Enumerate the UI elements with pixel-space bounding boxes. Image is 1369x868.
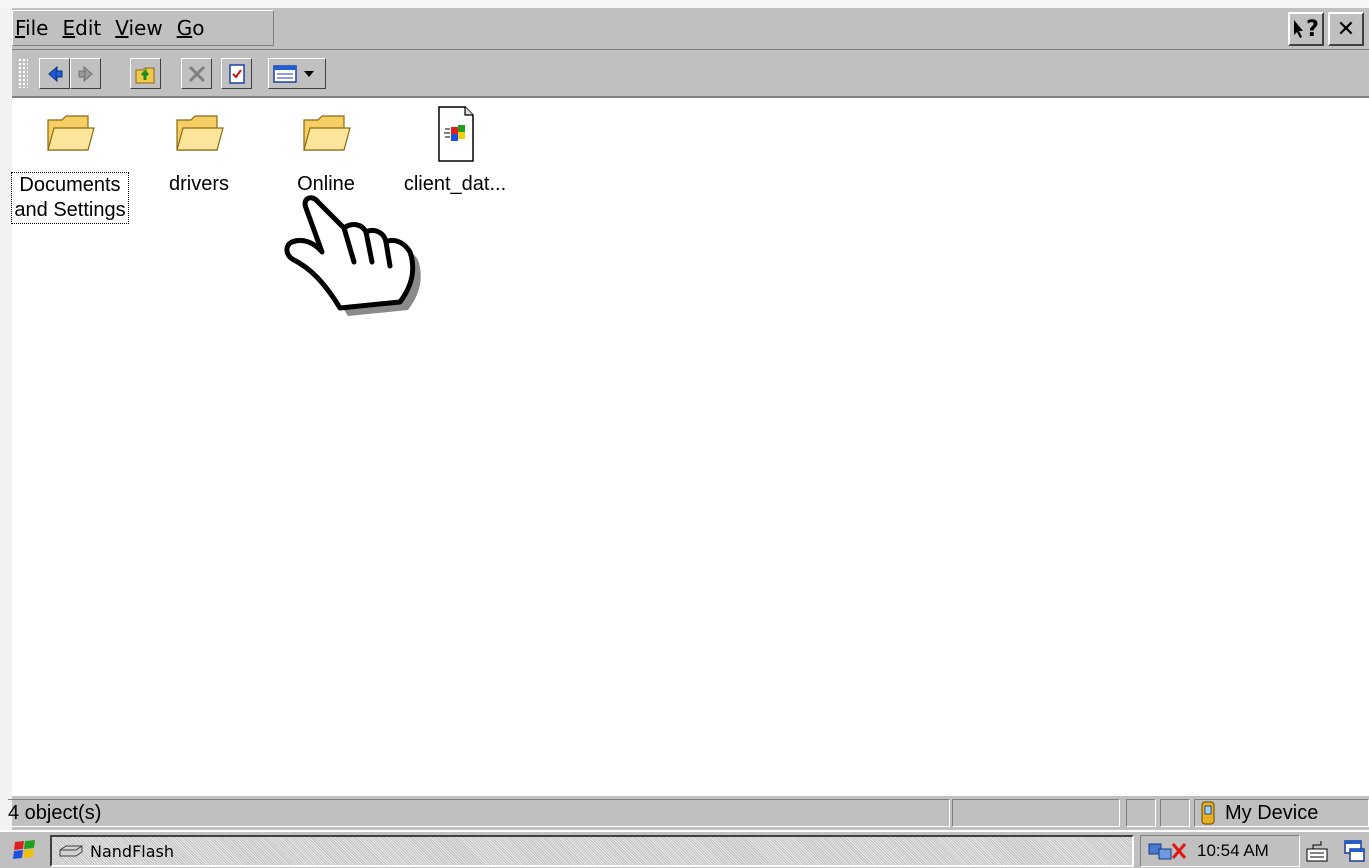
file-label: Documents and Settings (11, 172, 129, 224)
views-icon (273, 64, 297, 83)
windows-flag-icon (13, 840, 35, 859)
status-cell-empty-2 (1126, 799, 1156, 827)
status-cell-empty-1 (952, 799, 1120, 827)
menu-edit[interactable]: Edit (60, 16, 113, 40)
menu-group: File Edit View Go (12, 10, 274, 46)
windows-switch-icon (1344, 840, 1365, 862)
close-button[interactable]: ✕ (1328, 12, 1364, 46)
help-button[interactable]: ? (1288, 12, 1324, 46)
folder-icon (303, 115, 351, 151)
file-item-documents-and-settings[interactable]: Documents and Settings (7, 106, 133, 224)
back-button[interactable] (39, 58, 70, 89)
chevron-down-icon (304, 70, 314, 77)
close-icon: ✕ (1336, 16, 1356, 42)
top-gap (0, 0, 1369, 8)
status-location: My Device (1194, 799, 1369, 827)
status-object-count: 4 object(s) (8, 799, 950, 827)
clock[interactable]: 10:54 AM (1197, 841, 1269, 861)
task-label: NandFlash (90, 841, 174, 861)
delete-button[interactable] (181, 58, 212, 89)
task-button-nandflash[interactable]: NandFlash (50, 835, 1134, 867)
location-label: My Device (1225, 802, 1319, 824)
back-arrow-icon (47, 65, 62, 82)
menu-view[interactable]: View (113, 16, 174, 40)
properties-icon (228, 63, 245, 84)
keyboard-button[interactable] (1302, 836, 1332, 866)
taskbar: NandFlash 10:54 AM (0, 830, 1369, 868)
menubar: File Edit View Go ? ✕ (12, 8, 1369, 50)
views-button[interactable] (268, 58, 326, 89)
device-icon (1201, 801, 1215, 825)
keyboard-icon (1306, 841, 1328, 862)
file-item-client-data[interactable]: client_dat... (392, 100, 518, 197)
file-label: drivers (168, 173, 229, 195)
file-item-drivers[interactable]: drivers (136, 106, 262, 197)
start-button[interactable] (8, 836, 42, 866)
statusbar: 4 object(s) My Device (8, 794, 1369, 830)
file-list: Documents and Settings drivers Online cli… (11, 98, 1369, 794)
system-tray: 10:54 AM (1140, 835, 1300, 867)
status-cell-empty-3 (1160, 799, 1190, 827)
forward-arrow-icon (78, 65, 93, 82)
up-folder-icon (135, 67, 154, 83)
properties-button[interactable] (221, 58, 252, 89)
menu-file[interactable]: File (13, 16, 60, 40)
menu-go[interactable]: Go (175, 16, 217, 40)
document-file-icon (438, 106, 474, 162)
toolbar-grip[interactable] (18, 58, 28, 88)
forward-button[interactable] (70, 58, 101, 89)
help-label: ? (1306, 16, 1319, 42)
desktop-switch-button[interactable] (1340, 836, 1368, 866)
hand-pointer-icon (284, 195, 421, 316)
disconnected-icon[interactable] (1169, 840, 1189, 862)
file-item-online[interactable]: Online (263, 106, 389, 197)
drive-icon (59, 845, 83, 857)
delete-icon (188, 65, 205, 82)
toolbar (12, 50, 1369, 98)
pointer-arrow-icon (1294, 20, 1304, 38)
folder-icon (176, 115, 224, 151)
folder-icon (47, 115, 95, 151)
up-folder-button[interactable] (130, 58, 161, 89)
